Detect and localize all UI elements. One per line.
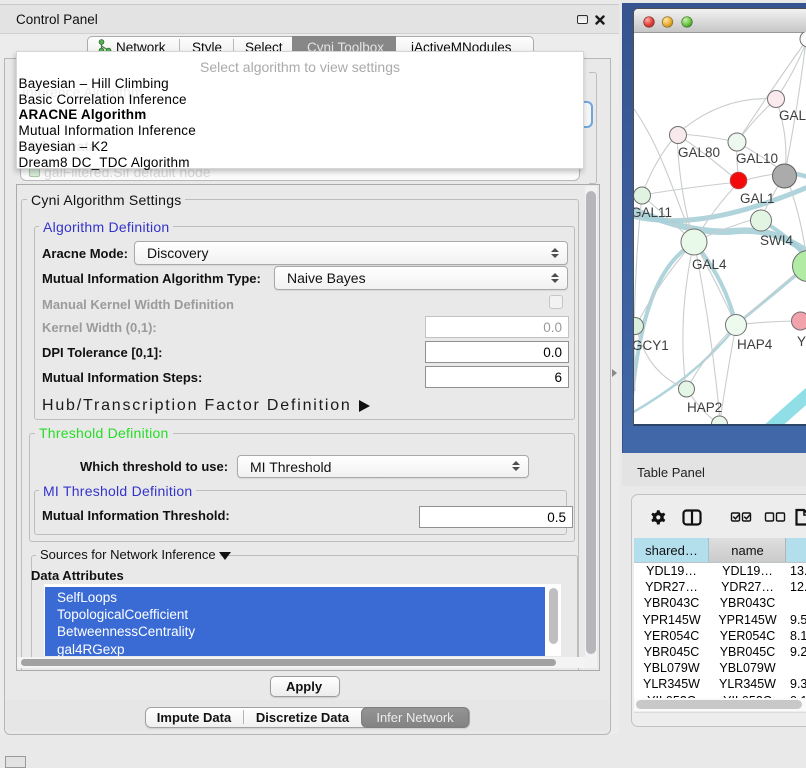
svg-text:GAL4: GAL4 xyxy=(692,257,727,272)
svg-text:SWI4: SWI4 xyxy=(760,233,793,248)
svg-text:GCY1: GCY1 xyxy=(634,338,669,353)
svg-text:GAL80: GAL80 xyxy=(678,145,720,160)
svg-text:GAL10: GAL10 xyxy=(736,151,778,166)
svg-text:GAL1: GAL1 xyxy=(740,191,775,206)
svg-text:GAL7: GAL7 xyxy=(779,108,806,123)
svg-text:HAP2: HAP2 xyxy=(687,400,722,415)
svg-text:YBR: YBR xyxy=(797,334,806,349)
svg-text:GAL11: GAL11 xyxy=(634,205,672,220)
svg-text:HAP4: HAP4 xyxy=(737,337,773,352)
